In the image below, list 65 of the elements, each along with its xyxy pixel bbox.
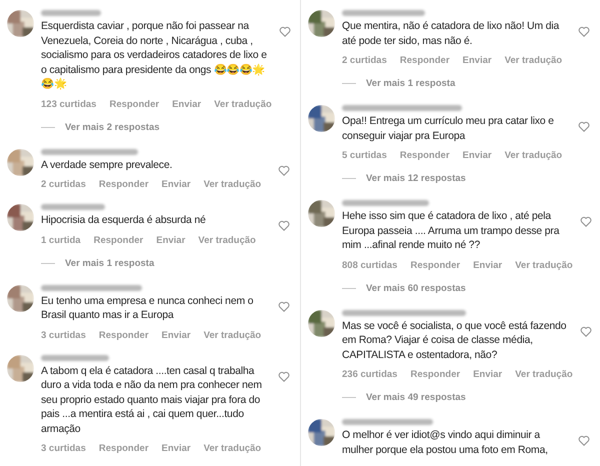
comment-text: Eu tenho uma empresa e nunca conheci nem o Brasil quanto mas ir a Europa [41, 294, 254, 322]
blurred-username [41, 354, 109, 360]
comment-action[interactable]: Ver tradução [204, 179, 262, 190]
comment-text: Hehe isso sim que é catadora de lixo , até pela Europa passeia .... Arruma um trampo desse pra mim ...afinal rende muito né ?? [342, 209, 560, 252]
comment-text: Hipocrisia da esquerda é absurda né [41, 213, 207, 228]
view-replies-link[interactable]: Ver mais 49 respostas [366, 392, 466, 403]
comment-action[interactable]: Ver tradução [214, 98, 272, 110]
like-count: 236 curtidas [342, 369, 398, 380]
comment-text: O melhor é ver idiot@s vindo aqui diminuir a mulher porque ela postou uma foto em Roma, [342, 428, 549, 457]
view-replies-link[interactable]: Ver mais 2 respostas [65, 122, 160, 132]
heart-icon[interactable] [278, 164, 290, 176]
like-count: 2 curtidas [41, 179, 86, 190]
view-replies-link[interactable]: Ver mais 60 respostas [366, 282, 466, 294]
blurred-username [41, 204, 105, 210]
like-count: 3 curtidas [41, 330, 86, 340]
comment-action[interactable]: Ver tradução [204, 443, 262, 454]
comment-action[interactable]: Responder [400, 150, 450, 161]
comment-action[interactable]: Responder [410, 369, 460, 380]
view-replies-link[interactable]: Ver mais 1 resposta [366, 78, 456, 89]
comment-action[interactable]: Ver tradução [504, 55, 562, 66]
heart-icon[interactable] [278, 300, 290, 312]
view-replies-link[interactable]: Ver mais 1 resposta [65, 258, 154, 268]
like-count: 3 curtidas [41, 443, 86, 454]
comment-action[interactable]: Responder [98, 179, 149, 190]
comment-action[interactable]: Enviar [156, 234, 186, 246]
comment-text: Mas se você é socialista, o que você está fazendo em Roma? Viajar é coisa de classe média, CAPITALISTA e ostentadora, não? [342, 318, 568, 362]
heart-icon[interactable] [578, 26, 590, 37]
comment-action[interactable]: Ver tradução [198, 234, 256, 246]
comment-action[interactable]: Responder [98, 330, 149, 340]
heart-icon[interactable] [580, 216, 592, 227]
comment-action[interactable]: Responder [98, 443, 149, 454]
comment-action[interactable]: Ver tradução [204, 330, 262, 340]
comment-action[interactable]: Responder [109, 98, 160, 110]
comment-action[interactable]: Enviar [473, 260, 502, 270]
comment-text: Que mentira, não é catadora de lixo não! Um dia até pode ter sido, mas não é. [342, 19, 560, 48]
comment-action[interactable]: Enviar [473, 369, 502, 380]
comment-text: Esquerdista caviar , porque não foi passear na Venezuela, Coreia do norte , Nicarágua , cuba , socialismo para os verdadeiros catadores de lixo e o capitalismo para presidente da ongs 😂😂😂🌟😂🌟 [41, 19, 268, 92]
comment-action[interactable]: Enviar [162, 179, 191, 190]
heart-icon[interactable] [278, 370, 290, 382]
comment-action[interactable]: Ver tradução [504, 150, 562, 161]
comment-action[interactable]: Enviar [462, 55, 492, 66]
comment-action[interactable]: Enviar [172, 98, 202, 110]
heart-icon[interactable] [278, 220, 290, 231]
comment-action[interactable]: Responder [410, 260, 460, 270]
comment-text: A verdade sempre prevalece. [41, 158, 174, 172]
comment-text: Opa!! Entrega um currículo meu pra catar lixo e conseguir viajar pra Europa [342, 114, 555, 143]
blurred-username [41, 10, 101, 16]
like-count: 5 curtidas [342, 150, 387, 161]
like-count: 123 curtidas [41, 98, 96, 110]
comment-action[interactable]: Responder [94, 234, 144, 246]
like-count: 808 curtidas [342, 260, 398, 270]
like-count: 1 curtida [41, 234, 81, 246]
comment-action[interactable]: Enviar [162, 330, 191, 340]
heart-icon[interactable] [578, 435, 590, 446]
comment-action[interactable]: Enviar [162, 443, 191, 454]
comment-action[interactable]: Responder [400, 55, 450, 66]
comment-action[interactable]: Ver tradução [515, 260, 573, 270]
comment-action[interactable]: Ver tradução [515, 369, 573, 380]
view-replies-link[interactable]: Ver mais 12 respostas [366, 173, 466, 184]
heart-icon[interactable] [578, 121, 590, 132]
comment-text: A tabom q ela é catadora ....ten casal q trabalha duro a vida toda e não da nem pra conhecer nem seu proprio estado quanto mais viajar pra fora do pais ...a mentira está ai , cai quem quer...tudo armação [41, 364, 263, 436]
heart-icon[interactable] [580, 326, 592, 336]
heart-icon[interactable] [278, 26, 291, 37]
like-count: 2 curtidas [342, 55, 387, 66]
comment-action[interactable]: Enviar [462, 150, 492, 161]
